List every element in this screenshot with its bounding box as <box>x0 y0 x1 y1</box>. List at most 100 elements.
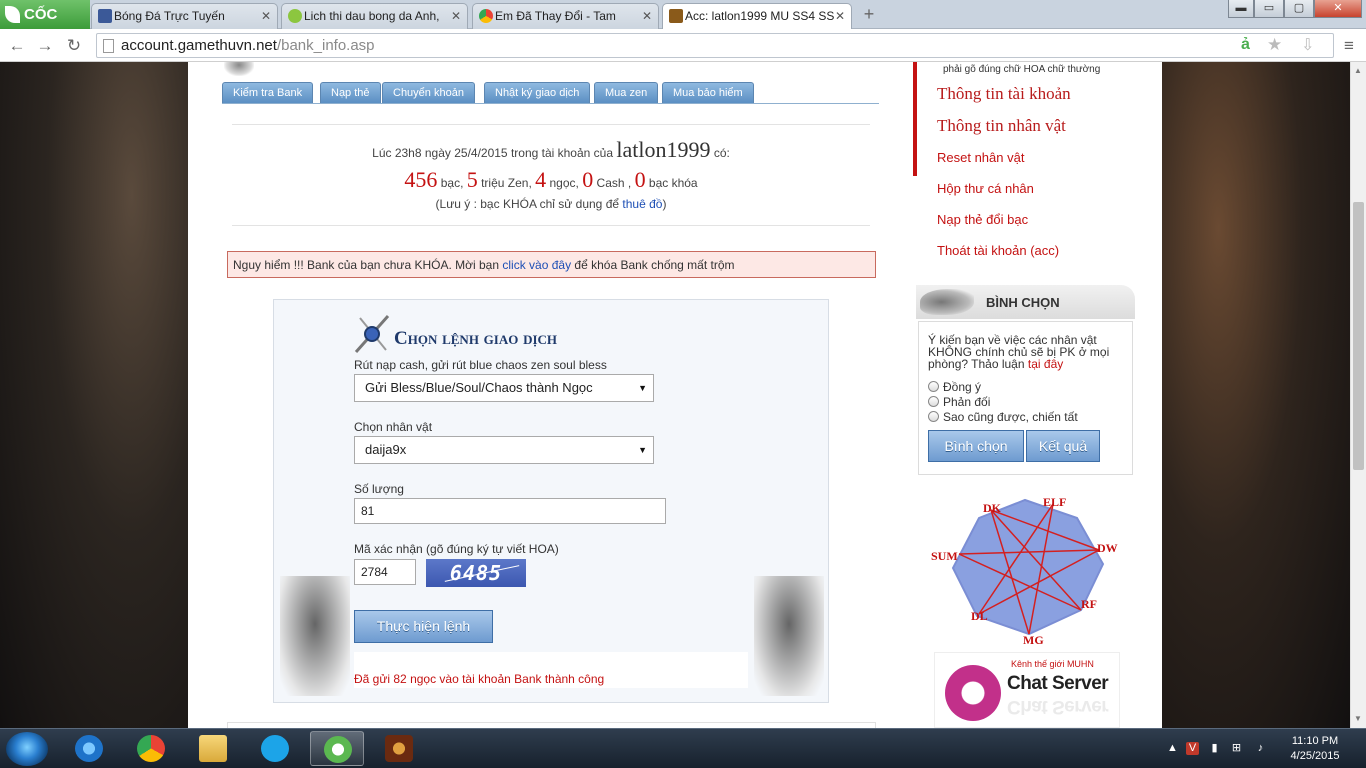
page-icon <box>103 39 114 53</box>
star-bookmark-icon[interactable]: ★ <box>1267 35 1282 55</box>
right-sidebar: phải gõ đúng chữ HOA chữ thường Thông ti… <box>913 62 1162 728</box>
poll-box: Ý kiến bạn về việc các nhân vật KHÔNG ch… <box>918 321 1133 475</box>
command-select[interactable]: Gửi Bless/Blue/Soul/Chaos thành Ngọc ▼ <box>354 374 654 402</box>
link-thong-tin-tai-khoan[interactable]: Thông tin tài khoản <box>937 84 1071 104</box>
facebook-icon <box>98 9 112 23</box>
signal-bars-icon[interactable]: ▮ <box>1208 742 1221 755</box>
reload-icon[interactable]: ↻ <box>63 35 85 57</box>
tab-bong-da[interactable]: Bóng Đá Trực Tuyến ✕ <box>91 3 278 29</box>
link-thoat-tai-khoan[interactable]: Thoát tài khoản (acc) <box>937 243 1059 258</box>
radio-button[interactable] <box>928 396 939 407</box>
taskbar-mu-game[interactable] <box>372 731 426 766</box>
mu-game-icon <box>385 735 413 762</box>
tab-lich-thi-dau[interactable]: Lich thi dau bong da Anh, ✕ <box>281 3 468 29</box>
new-tab-button[interactable]: + <box>858 5 880 23</box>
poll-discussion-link[interactable]: tại đây <box>1028 357 1063 371</box>
background-artwork-left <box>0 62 188 728</box>
note-suffix: ) <box>662 197 667 211</box>
radio-button[interactable] <box>928 411 939 422</box>
link-thong-tin-nhan-vat[interactable]: Thông tin nhân vật <box>937 116 1066 136</box>
back-arrow-icon[interactable]: ← <box>6 35 28 57</box>
maximize-button[interactable]: ▢ <box>1284 0 1314 18</box>
address-bar[interactable]: account.gamethuvn.net/bank_info.asp ả ★ … <box>96 33 1334 58</box>
restore-down-button[interactable]: ▭ <box>1254 0 1284 18</box>
quantity-input[interactable] <box>354 498 666 524</box>
chat-banner-reflection: Chat Server <box>1007 696 1109 717</box>
taskbar-chrome[interactable] <box>124 731 178 766</box>
transaction-form-panel: Chọn lệnh giao dịch Rút nạp cash, gửi rú… <box>273 299 829 703</box>
address-text[interactable]: account.gamethuvn.net/bank_info.asp <box>121 37 375 54</box>
tab-chuyen-khoan[interactable]: Chuyển khoản <box>382 82 475 103</box>
link-nap-the-doi-bac[interactable]: Nạp thẻ đổi bạc <box>937 212 1028 227</box>
coccoc-vietnamese-icon[interactable]: ả <box>1241 36 1250 54</box>
poll-option-sao-cung-duoc[interactable]: Sao cũng được, chiến tất <box>928 410 1078 424</box>
page-viewport: Kiểm tra Bank Nạp thẻ Chuyển khoản Nhật … <box>0 62 1350 728</box>
radio-button[interactable] <box>928 381 939 392</box>
tab-mua-bao-hiem[interactable]: Mua bảo hiểm <box>662 82 754 103</box>
clock-favicon-icon <box>288 9 302 23</box>
tab-close-icon[interactable]: ✕ <box>642 4 652 28</box>
dropdown-arrow-icon: ▼ <box>638 383 647 393</box>
link-reset-nhan-vat[interactable]: Reset nhân vật <box>937 150 1024 165</box>
bank-subtab-bar: Kiểm tra Bank Nạp thẻ Chuyển khoản Nhật … <box>222 82 879 104</box>
show-hidden-icons-arrow-icon[interactable]: ▲ <box>1166 742 1179 755</box>
taskbar-internet-explorer[interactable] <box>62 731 116 766</box>
scrollbar-thumb[interactable] <box>1353 202 1364 470</box>
tab-label: Lich thi dau bong da Anh, <box>304 9 440 23</box>
dragon-emblem-icon <box>920 289 974 315</box>
close-window-button[interactable]: ✕ <box>1314 0 1362 18</box>
lock-bank-link[interactable]: click vào đây <box>502 258 571 272</box>
scroll-down-arrow-icon[interactable]: ▼ <box>1354 714 1362 723</box>
tab-nhat-ky-giao-dich[interactable]: Nhật ký giao dịch <box>484 82 591 103</box>
tab-kiem-tra-bank[interactable]: Kiểm tra Bank <box>222 82 314 103</box>
tab-em-da-thay-doi[interactable]: Em Đã Thay Đổi - Tam ✕ <box>472 3 659 29</box>
tab-acc-latlon[interactable]: Acc: latlon1999 MU SS4 SS ✕ <box>662 3 852 30</box>
thue-do-link[interactable]: thuê đồ <box>622 197 662 211</box>
poll-option-dong-y[interactable]: Đồng ý <box>928 380 981 394</box>
taskbar-skype[interactable] <box>248 731 302 766</box>
taskbar-file-explorer[interactable] <box>186 731 240 766</box>
class-cycle-diagram: DK ELF DW RF MG DL SUM <box>931 495 1118 646</box>
windows-start-button[interactable] <box>6 732 48 766</box>
mu-game-favicon-icon <box>669 9 683 23</box>
warrior-artwork-left <box>280 576 350 696</box>
tab-mua-zen[interactable]: Mua zen <box>594 82 659 103</box>
menu-hamburger-icon[interactable]: ≡ <box>1338 35 1360 57</box>
chrome-icon <box>137 735 165 762</box>
url-host: account.gamethuvn.net <box>121 37 277 54</box>
scroll-up-arrow-icon[interactable]: ▲ <box>1354 66 1362 75</box>
tab-close-icon[interactable]: ✕ <box>835 4 845 28</box>
vote-button[interactable]: Bình chọn <box>928 430 1024 462</box>
browser-brand-button[interactable]: CỐC CỐC <box>0 0 90 52</box>
class-label-dl: DL <box>971 609 988 623</box>
browser-tab-bar: CỐC CỐC Bóng Đá Trực Tuyến ✕ Lich thi da… <box>0 0 1366 52</box>
warning-suffix: để khóa Bank chống mất trộm <box>574 258 735 272</box>
minimize-button[interactable]: ▬ <box>1228 0 1254 18</box>
chat-server-banner[interactable]: Kênh thế giới MUHN Chat Server Chat Serv… <box>934 652 1120 728</box>
tab-label: Em Đã Thay Đổi - Tam <box>495 9 616 23</box>
poll-option-label: Sao cũng được, chiến tất <box>943 410 1078 424</box>
vertical-scrollbar[interactable]: ▲ ▼ <box>1350 62 1366 728</box>
network-icon[interactable]: ⊞ <box>1230 742 1243 755</box>
execute-command-button[interactable]: Thực hiện lệnh <box>354 610 493 643</box>
link-hop-thu-ca-nhan[interactable]: Hộp thư cá nhân <box>937 181 1034 196</box>
coccoc-icon <box>324 736 352 763</box>
character-select[interactable]: daija9x ▼ <box>354 436 654 464</box>
download-icon[interactable]: ⇩ <box>1301 35 1314 55</box>
forward-arrow-icon[interactable]: → <box>34 35 56 57</box>
taskbar-clock[interactable]: 11:10 PM 4/25/2015 <box>1280 734 1350 764</box>
volume-icon[interactable]: ♪ <box>1254 742 1267 755</box>
poll-result-button[interactable]: Kết quả <box>1026 430 1100 462</box>
poll-option-phan-doi[interactable]: Phản đối <box>928 395 990 409</box>
chrome-favicon-icon <box>479 9 493 23</box>
sidebar-note: phải gõ đúng chữ HOA chữ thường <box>943 64 1101 75</box>
tab-label: Bóng Đá Trực Tuyến <box>114 9 225 23</box>
tab-nap-the[interactable]: Nạp thẻ <box>320 82 381 103</box>
tab-close-icon[interactable]: ✕ <box>451 4 461 28</box>
tab-close-icon[interactable]: ✕ <box>261 4 271 28</box>
vivaldi-tray-icon[interactable]: V <box>1186 742 1199 755</box>
class-label-dk: DK <box>983 501 1002 515</box>
taskbar-coccoc[interactable] <box>310 731 364 766</box>
captcha-input[interactable] <box>354 559 416 585</box>
bac-khoa-label: bạc khóa <box>648 176 698 190</box>
